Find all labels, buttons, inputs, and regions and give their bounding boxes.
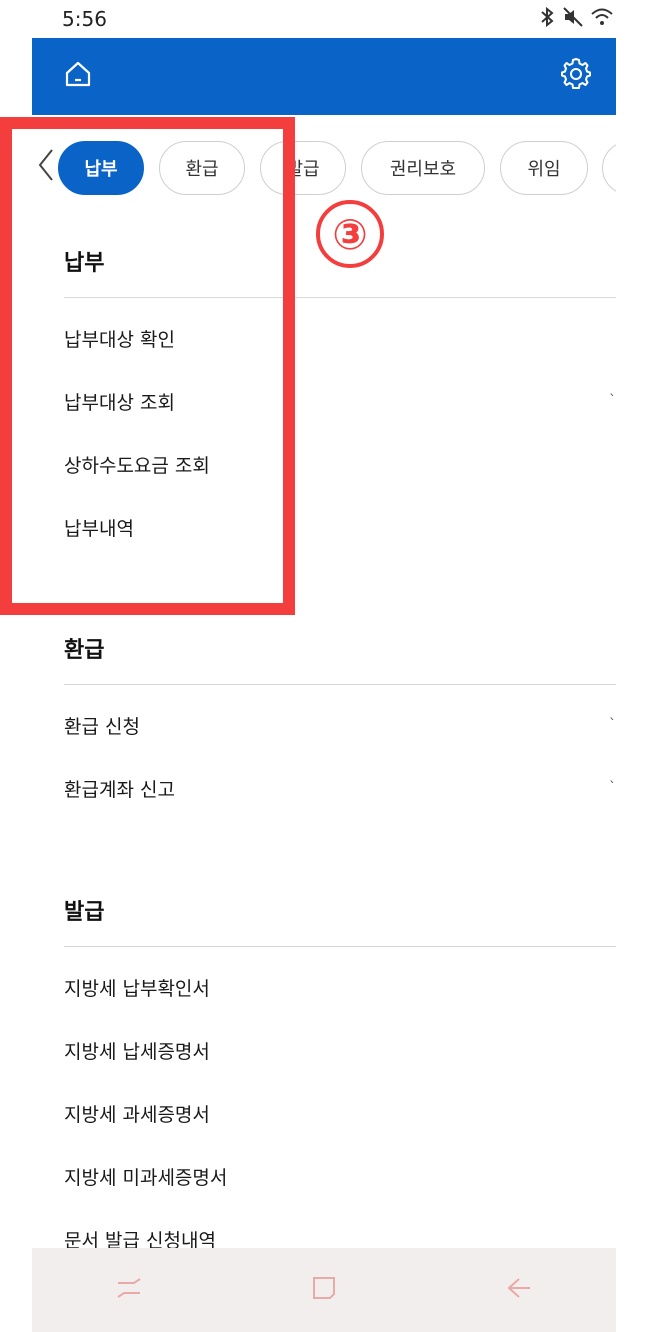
menu-item-label: 상하수도요금 조회 — [64, 454, 210, 477]
section-payment: 납부 납부대상 확인 납부대상 조회 ˋ 상하수도요금 조회 납부내역 — [64, 245, 616, 565]
status-time: 5:56 — [62, 7, 107, 31]
wifi-icon — [590, 6, 614, 28]
menu-item-label: 지방세 과세증명서 — [64, 1103, 210, 1126]
menu-item-tax-payment-certificate[interactable]: 지방세 납세증명서 — [64, 1030, 616, 1070]
recent-apps-button[interactable] — [99, 1260, 159, 1320]
tab-label: 위임 — [527, 159, 561, 180]
tab-more[interactable] — [602, 141, 616, 195]
section-divider — [64, 946, 616, 947]
menu-item-label: 환급계좌 신고 — [64, 778, 175, 801]
status-icons — [538, 6, 614, 28]
menu-item-payment-check[interactable]: 납부대상 확인 — [64, 318, 616, 358]
chevron-left-icon — [37, 148, 55, 186]
step-number-badge: ③ — [316, 200, 384, 268]
app-header — [32, 38, 616, 115]
tab-label: 납부 — [84, 159, 118, 180]
section-divider — [64, 684, 616, 685]
home-nav-button[interactable] — [294, 1260, 354, 1320]
tab-rights-protection[interactable]: 권리보호 — [361, 141, 485, 195]
menu-item-payment-lookup[interactable]: 납부대상 조회 ˋ — [64, 381, 616, 421]
section-issue: 발급 지방세 납부확인서 지방세 납세증명서 지방세 과세증명서 지방세 미과세… — [64, 894, 616, 1254]
section-title: 납부 — [64, 251, 105, 276]
tab-label: 발급 — [286, 159, 320, 180]
menu-item-refund-apply[interactable]: 환급 신청 ˋ — [64, 705, 616, 745]
settings-button[interactable] — [558, 58, 594, 94]
tab-refund[interactable]: 환급 — [159, 141, 245, 195]
menu-item-taxation-certificate[interactable]: 지방세 과세증명서 — [64, 1093, 616, 1133]
tab-label: 환급 — [185, 159, 219, 180]
menu-item-label: 지방세 납세증명서 — [64, 1040, 210, 1063]
square-home-icon — [310, 1274, 338, 1306]
menu-item-payment-certificate[interactable]: 지방세 납부확인서 — [64, 967, 616, 1007]
menu-item-water-bill-lookup[interactable]: 상하수도요금 조회 — [64, 444, 616, 484]
chevron-down-icon: ˋ — [609, 780, 616, 796]
chevron-down-icon: ˋ — [609, 717, 616, 733]
section-refund: 환급 환급 신청 ˋ 환급계좌 신고 ˋ — [64, 632, 616, 832]
recent-apps-icon — [114, 1275, 144, 1305]
menu-item-label: 납부대상 확인 — [64, 328, 175, 351]
menu-item-label: 지방세 미과세증명서 — [64, 1166, 228, 1189]
tab-delegation[interactable]: 위임 — [500, 141, 588, 195]
arrow-left-icon — [505, 1276, 533, 1304]
menu-item-payment-history[interactable]: 납부내역 — [64, 507, 616, 547]
menu-item-label: 환급 신청 — [64, 715, 140, 738]
gear-icon — [560, 58, 592, 94]
menu-item-label: 지방세 납부확인서 — [64, 977, 210, 1000]
back-nav-button[interactable] — [489, 1260, 549, 1320]
chevron-down-icon: ˋ — [609, 393, 616, 409]
menu-item-non-taxation-certificate[interactable]: 지방세 미과세증명서 — [64, 1156, 616, 1196]
mute-icon — [562, 6, 584, 28]
tab-issue[interactable]: 발급 — [260, 141, 346, 195]
menu-item-label: 납부대상 조회 — [64, 391, 175, 414]
system-nav-bar — [32, 1248, 616, 1332]
tab-payment[interactable]: 납부 — [58, 141, 144, 195]
menu-item-label: 납부내역 — [64, 517, 134, 540]
category-tabs: 납부 환급 발급 권리보호 위임 — [32, 115, 616, 223]
bluetooth-icon — [538, 6, 556, 28]
section-title: 발급 — [64, 900, 105, 925]
status-bar: 5:56 — [32, 0, 616, 38]
section-divider — [64, 297, 616, 298]
section-title: 환급 — [64, 638, 105, 663]
tab-label: 권리보호 — [389, 159, 457, 180]
app-screen: 5:56 납부 환급 발급 권리보호 위임 납부 납부대상 확인 납부대상 조회… — [32, 0, 616, 1332]
home-icon — [63, 59, 93, 93]
home-button[interactable] — [60, 58, 96, 94]
menu-item-refund-account[interactable]: 환급계좌 신고 ˋ — [64, 768, 616, 808]
tabs-scroll-left-button[interactable] — [32, 147, 60, 187]
